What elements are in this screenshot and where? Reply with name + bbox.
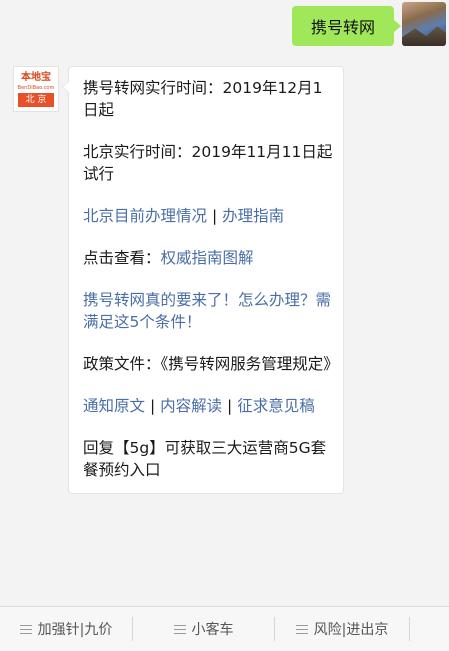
- link-official-illustrated-guide[interactable]: 权威指南图解: [161, 249, 254, 267]
- message-paragraph: 携号转网真的要来了！怎么办理？需满足这5个条件！: [83, 289, 335, 333]
- user-avatar[interactable]: [402, 2, 446, 46]
- link-content-interpretation[interactable]: 内容解读: [160, 397, 222, 415]
- hamburger-menu-icon: [295, 624, 308, 634]
- menu-divider: [409, 617, 410, 641]
- bottom-menu-bar: 加强针|九价 小客车 风险|进出京: [0, 606, 449, 651]
- bot-logo-city: 北 京: [18, 93, 54, 107]
- link-beijing-status[interactable]: 北京目前办理情况: [83, 207, 207, 225]
- avatar-landscape-image: [402, 26, 446, 46]
- menu-item-label: 小客车: [191, 622, 234, 638]
- menu-item-risk-travel[interactable]: 风险|进出京: [275, 607, 409, 651]
- bot-logo-text: 本地宝: [21, 72, 51, 83]
- separator: |: [207, 207, 223, 225]
- link-guide[interactable]: 办理指南: [222, 207, 284, 225]
- bot-logo-sub: BenDiBao.com: [17, 85, 55, 91]
- hamburger-menu-icon: [173, 624, 186, 634]
- message-paragraph: 回复【5g】可获取三大运营商5G套餐预约入口: [83, 439, 327, 479]
- message-paragraph: 点击查看：权威指南图解: [83, 247, 335, 269]
- message-paragraph: 北京目前办理情况 | 办理指南: [83, 205, 335, 227]
- view-prefix: 点击查看：: [83, 249, 161, 267]
- user-message-bubble: 携号转网: [292, 6, 401, 46]
- message-paragraph: 政策文件：《携号转网服务管理规定》: [83, 355, 339, 373]
- message-paragraph: 携号转网实行时间：2019年12月1日起: [83, 79, 323, 119]
- hamburger-menu-icon: [19, 624, 32, 634]
- bot-message-bubble: 携号转网实行时间：2019年12月1日起 北京实行时间：2019年11月11日起…: [62, 66, 344, 494]
- user-message-text: 携号转网: [310, 18, 375, 37]
- menu-item-label: 风险|进出京: [313, 622, 389, 638]
- link-notice-original[interactable]: 通知原文: [83, 397, 145, 415]
- separator: |: [222, 397, 238, 415]
- link-draft-for-comment[interactable]: 征求意见稿: [237, 397, 315, 415]
- menu-item-label: 加强针|九价: [37, 622, 113, 638]
- separator: |: [145, 397, 161, 415]
- message-paragraph: 北京实行时间：2019年11月11日起试行: [83, 143, 333, 183]
- menu-item-booster-vaccine[interactable]: 加强针|九价: [0, 607, 132, 651]
- message-paragraph: 通知原文 | 内容解读 | 征求意见稿: [83, 395, 335, 417]
- bot-avatar[interactable]: 本地宝 BenDiBao.com 北 京: [13, 66, 59, 112]
- link-five-conditions-article[interactable]: 携号转网真的要来了！怎么办理？需满足这5个条件！: [83, 291, 331, 331]
- menu-item-car[interactable]: 小客车: [133, 607, 274, 651]
